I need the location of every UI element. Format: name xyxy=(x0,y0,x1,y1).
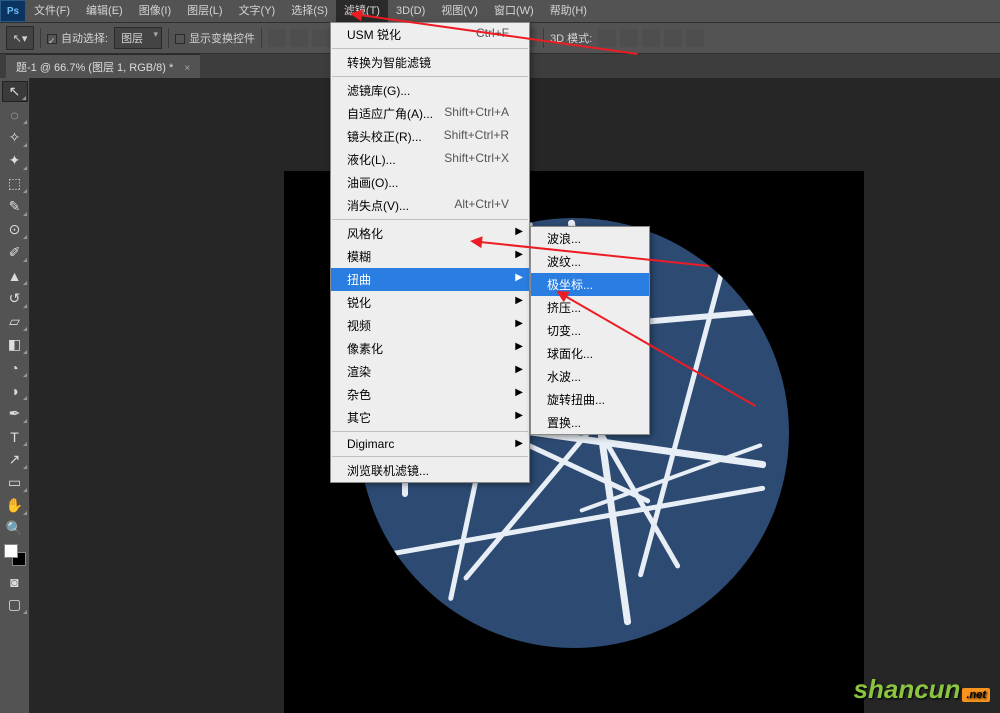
menu-separator xyxy=(332,431,528,432)
distort-menu-item[interactable]: 切变... xyxy=(531,319,649,342)
tool-screenmode[interactable]: ▢ xyxy=(2,594,28,615)
color-swatches[interactable] xyxy=(4,544,26,566)
3d-icon[interactable] xyxy=(598,29,616,47)
doc-tab[interactable]: 题-1 @ 66.7% (图层 1, RGB/8) * × xyxy=(6,54,200,78)
tool-eraser[interactable]: ▱ xyxy=(2,311,28,332)
distort-menu-item[interactable]: 极坐标... xyxy=(531,273,649,296)
tool-blur[interactable]: ◔ xyxy=(2,357,28,378)
mode-3d-icons xyxy=(598,29,704,47)
menu-file[interactable]: 文件(F) xyxy=(26,0,78,22)
tool-gradient[interactable]: ◧ xyxy=(2,334,28,355)
tool-crop[interactable]: ⬚ xyxy=(2,173,28,194)
tool-quickmask[interactable]: ◙ xyxy=(2,571,28,592)
3d-icon[interactable] xyxy=(620,29,638,47)
tool-hand[interactable]: ✋ xyxy=(2,495,28,516)
close-icon[interactable]: × xyxy=(184,63,190,74)
tool-move[interactable]: ↖ xyxy=(2,81,28,102)
tool-type[interactable]: T xyxy=(2,426,28,447)
menu-help[interactable]: 帮助(H) xyxy=(542,0,595,22)
filter-menu-item[interactable]: 视频▶ xyxy=(331,314,529,337)
filter-menu-item[interactable]: 其它▶ xyxy=(331,406,529,429)
filter-menu-item[interactable]: 模糊▶ xyxy=(331,245,529,268)
tool-marquee[interactable]: ◌ xyxy=(2,104,28,125)
menu-image[interactable]: 图像(I) xyxy=(131,0,179,22)
autoselect-dropdown[interactable]: 图层 xyxy=(114,27,162,49)
3d-icon[interactable] xyxy=(686,29,704,47)
filter-menu-item[interactable]: 扭曲▶ xyxy=(331,268,529,291)
separator xyxy=(40,28,41,48)
align-icon[interactable] xyxy=(290,29,308,47)
filter-menu-item[interactable]: 像素化▶ xyxy=(331,337,529,360)
tools-panel: ↖ ◌ ✧ ✦ ⬚ ✎ ⊙ ✐ ▲ ↺ ▱ ◧ ◔ ◑ ✒ T ↗ ▭ ✋ 🔍 … xyxy=(0,78,30,713)
menu-window[interactable]: 窗口(W) xyxy=(486,0,542,22)
app-logo: Ps xyxy=(0,0,26,22)
tool-zoom[interactable]: 🔍 xyxy=(2,518,28,539)
filter-menu-dropdown: USM 锐化Ctrl+F转换为智能滤镜滤镜库(G)...自适应广角(A)...S… xyxy=(330,22,530,483)
separator xyxy=(261,28,262,48)
filter-menu-item[interactable]: Digimarc▶ xyxy=(331,434,529,454)
tool-brush[interactable]: ✐ xyxy=(2,242,28,263)
filter-menu-item[interactable]: 滤镜库(G)... xyxy=(331,79,529,102)
menu-separator xyxy=(332,219,528,220)
tool-path[interactable]: ↗ xyxy=(2,449,28,470)
tool-shape[interactable]: ▭ xyxy=(2,472,28,493)
filter-menu-item[interactable]: 浏览联机滤镜... xyxy=(331,459,529,482)
doc-tab-title: 题-1 @ 66.7% (图层 1, RGB/8) * xyxy=(16,62,173,74)
tool-pen[interactable]: ✒ xyxy=(2,403,28,424)
watermark-text: shancun xyxy=(854,674,961,704)
distort-menu-item[interactable]: 挤压... xyxy=(531,296,649,319)
watermark-suffix: .net xyxy=(962,688,990,702)
filter-menu-item[interactable]: 风格化▶ xyxy=(331,222,529,245)
separator xyxy=(168,28,169,48)
tool-wand[interactable]: ✦ xyxy=(2,150,28,171)
menu-edit[interactable]: 编辑(E) xyxy=(78,0,131,22)
showtransform-label: 显示变换控件 xyxy=(189,33,255,45)
tool-history[interactable]: ↺ xyxy=(2,288,28,309)
filter-menu-item[interactable]: 镜头校正(R)...Shift+Ctrl+R xyxy=(331,125,529,148)
filter-menu-item[interactable]: 消失点(V)...Alt+Ctrl+V xyxy=(331,194,529,217)
tool-lasso[interactable]: ✧ xyxy=(2,127,28,148)
align-icon[interactable] xyxy=(268,29,286,47)
filter-menu-item[interactable]: 油画(O)... xyxy=(331,171,529,194)
filter-menu-item[interactable]: 锐化▶ xyxy=(331,291,529,314)
distort-menu-item[interactable]: 置换... xyxy=(531,411,649,434)
3d-icon[interactable] xyxy=(642,29,660,47)
menu-separator xyxy=(332,48,528,49)
separator xyxy=(543,28,544,48)
autoselect-cb[interactable]: 自动选择: xyxy=(47,30,108,46)
tool-stamp[interactable]: ▲ xyxy=(2,265,28,286)
distort-menu-item[interactable]: 球面化... xyxy=(531,342,649,365)
watermark: shancun.net xyxy=(854,674,990,705)
distort-menu-item[interactable]: 旋转扭曲... xyxy=(531,388,649,411)
autoselect-label: 自动选择: xyxy=(61,33,108,45)
menu-separator xyxy=(332,76,528,77)
align-icon[interactable] xyxy=(312,29,330,47)
menu-separator xyxy=(332,456,528,457)
menubar: Ps 文件(F) 编辑(E) 图像(I) 图层(L) 文字(Y) 选择(S) 滤… xyxy=(0,0,1000,22)
filter-menu-item[interactable]: 杂色▶ xyxy=(331,383,529,406)
menu-view[interactable]: 视图(V) xyxy=(433,0,486,22)
tool-heal[interactable]: ⊙ xyxy=(2,219,28,240)
filter-menu-item[interactable]: 液化(L)...Shift+Ctrl+X xyxy=(331,148,529,171)
move-tool-icon[interactable]: ↖▾ xyxy=(6,26,34,50)
menu-layer[interactable]: 图层(L) xyxy=(179,0,230,22)
menu-type[interactable]: 文字(Y) xyxy=(231,0,284,22)
distort-menu-item[interactable]: 水波... xyxy=(531,365,649,388)
tool-dodge[interactable]: ◑ xyxy=(2,380,28,401)
3d-icon[interactable] xyxy=(664,29,682,47)
showtransform-cb[interactable]: 显示变换控件 xyxy=(175,30,255,46)
tool-eyedropper[interactable]: ✎ xyxy=(2,196,28,217)
menu-select[interactable]: 选择(S) xyxy=(283,0,336,22)
distort-menu-item[interactable]: 波浪... xyxy=(531,227,649,250)
filter-menu-item[interactable]: 自适应广角(A)...Shift+Ctrl+A xyxy=(331,102,529,125)
filter-menu-item[interactable]: 渲染▶ xyxy=(331,360,529,383)
filter-menu-item[interactable]: 转换为智能滤镜 xyxy=(331,51,529,74)
